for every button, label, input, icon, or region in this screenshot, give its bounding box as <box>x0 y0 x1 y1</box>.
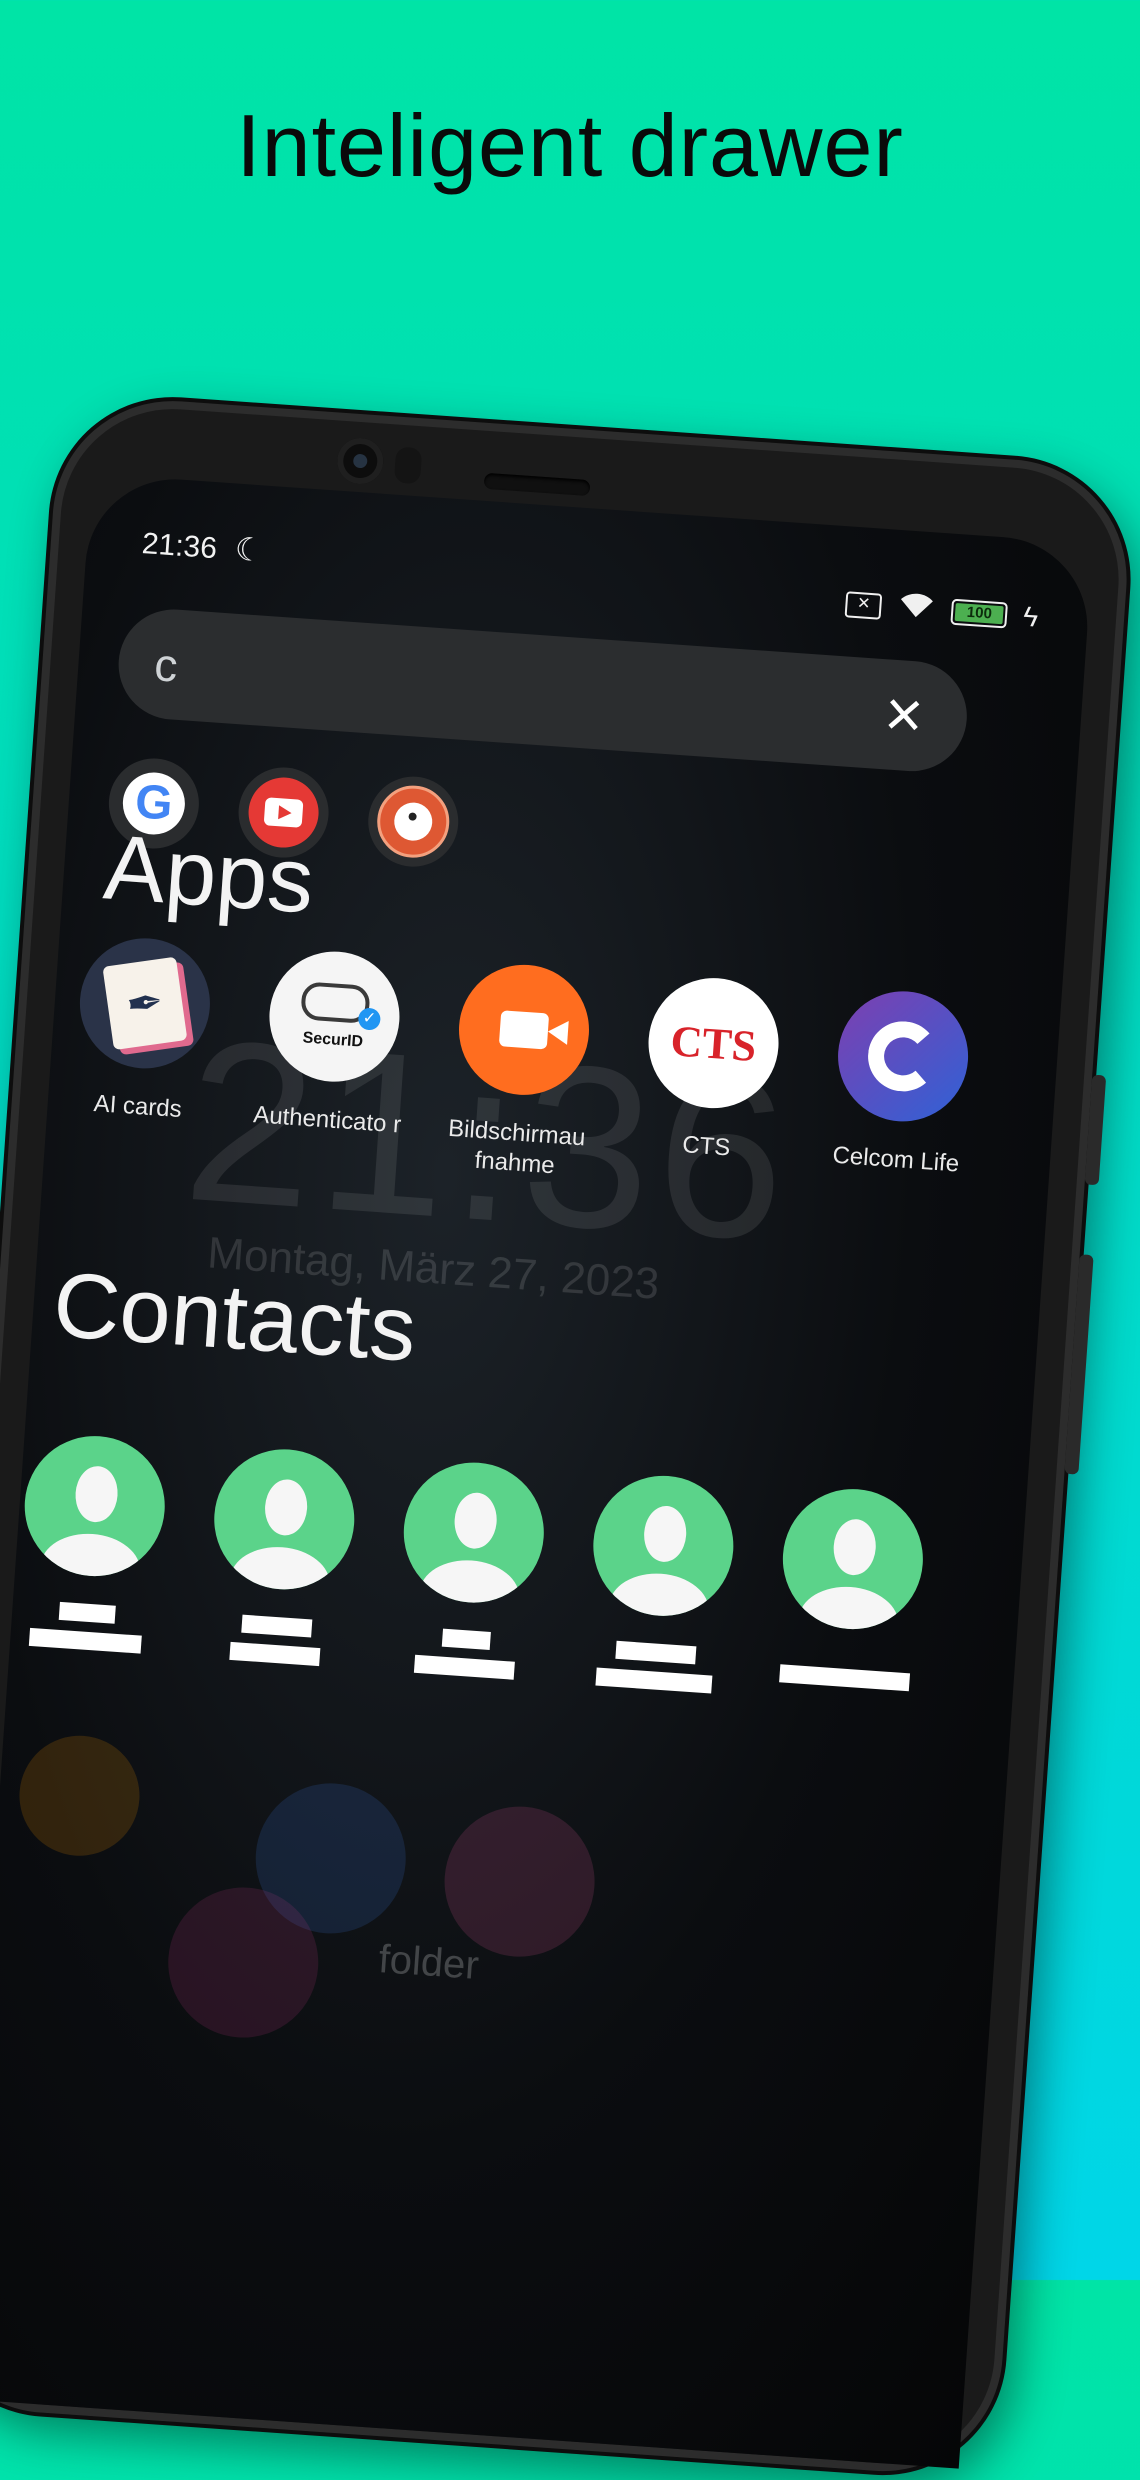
phone-mockup: 21:36 Montag, März 27, 2023 folder 21:36… <box>0 393 1135 2480</box>
ai-cards-icon: ✒ <box>75 933 215 1073</box>
screen-recorder-icon <box>454 960 594 1100</box>
phone-screen: 21:36 Montag, März 27, 2023 folder 21:36… <box>0 473 1094 2469</box>
person-icon <box>209 1444 359 1595</box>
app-celcom-life[interactable]: Celcom Life <box>810 986 992 1181</box>
redacted-name <box>28 1627 142 1654</box>
moon-icon: ☾ <box>233 530 265 569</box>
headline: Inteligent drawer <box>236 96 904 195</box>
app-cts[interactable]: CTS CTS <box>620 972 802 1167</box>
phone-frame: 21:36 Montag, März 27, 2023 folder 21:36… <box>0 393 1135 2480</box>
proximity-sensor <box>393 446 423 485</box>
status-time: 21:36 <box>140 527 219 566</box>
app-authenticator[interactable]: ✓ SecurID Authenticato r <box>241 946 423 1141</box>
wifi-icon <box>896 590 936 628</box>
battery-level: 100 <box>954 602 1004 624</box>
volume-button <box>1084 1074 1107 1186</box>
power-button <box>1064 1254 1094 1475</box>
contact-item[interactable] <box>10 1431 175 1655</box>
search-input[interactable] <box>149 626 858 752</box>
status-icons: ✕ 100 ϟ <box>844 586 1039 634</box>
wallpaper-folder-label: folder <box>377 1937 481 1988</box>
redacted-name <box>229 1641 321 1667</box>
redacted-name <box>441 1628 491 1650</box>
battery-icon: 100 <box>950 598 1009 629</box>
app-ai-cards[interactable]: ✒ AI cards <box>52 933 234 1128</box>
duckduckgo-icon <box>374 783 452 861</box>
redacted-name <box>413 1654 515 1680</box>
app-label: Bildschirmau fnahme <box>447 1114 587 1180</box>
no-sim-icon: ✕ <box>844 590 883 620</box>
apps-section-title: Apps <box>100 816 318 933</box>
person-icon <box>778 1484 928 1634</box>
redacted-name <box>595 1667 713 1694</box>
securid-icon: ✓ SecurID <box>265 947 404 1086</box>
search-bar[interactable]: × <box>114 605 971 775</box>
redacted-name <box>615 1640 697 1665</box>
contact-item[interactable] <box>578 1471 743 1695</box>
contact-item[interactable] <box>389 1457 554 1682</box>
person-icon <box>588 1471 739 1621</box>
charging-icon: ϟ <box>1022 600 1040 633</box>
redacted-name <box>779 1664 911 1692</box>
redacted-name <box>241 1614 313 1638</box>
wallpaper-brush-icon <box>439 1801 600 1962</box>
redacted-name <box>58 1601 116 1624</box>
close-icon[interactable]: × <box>869 675 939 752</box>
cts-icon: CTS <box>644 973 783 1113</box>
earpiece-speaker <box>483 472 591 497</box>
app-screen-recording[interactable]: Bildschirmau fnahme <box>429 959 614 1184</box>
person-icon <box>399 1457 549 1608</box>
wallpaper-amazon-icon <box>15 1731 144 1860</box>
person-icon <box>20 1431 170 1581</box>
app-label: AI cards <box>92 1090 183 1124</box>
contact-item[interactable] <box>199 1444 364 1668</box>
front-camera <box>335 436 385 486</box>
contact-item[interactable] <box>769 1484 932 1692</box>
app-label: Celcom Life <box>831 1141 960 1178</box>
duckduckgo-search-button[interactable] <box>365 773 462 870</box>
celcom-icon <box>833 986 973 1126</box>
